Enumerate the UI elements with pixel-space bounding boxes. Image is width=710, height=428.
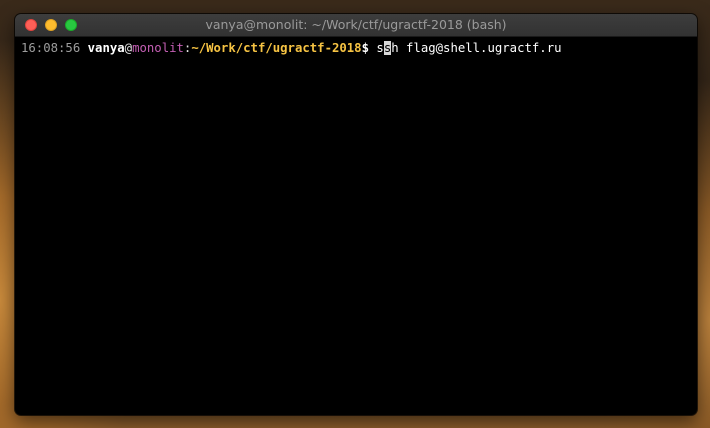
terminal-scrollbar[interactable] (687, 37, 697, 415)
prompt-dollar: $ (361, 41, 369, 55)
title-bar[interactable]: vanya@monolit: ~/Work/ctf/ugractf-2018 (… (15, 14, 697, 37)
terminal-content[interactable]: 16:08:56 vanya@monolit:~/Work/ctf/ugract… (15, 37, 697, 415)
prompt-user: vanya (87, 41, 125, 55)
prompt-at: @ (124, 41, 133, 55)
prompt-path: ~/Work/ctf/ugractf-2018 (191, 41, 362, 55)
prompt-time: 16:08:56 (21, 41, 81, 55)
command-text-after-cursor: h flag@shell.ugractf.ru (391, 41, 562, 55)
command-line: 16:08:56 vanya@monolit:~/Work/ctf/ugract… (21, 40, 697, 56)
terminal-window[interactable]: vanya@monolit: ~/Work/ctf/ugractf-2018 (… (15, 14, 697, 415)
prompt-host: monolit (132, 41, 184, 55)
window-title: vanya@monolit: ~/Work/ctf/ugractf-2018 (… (205, 17, 507, 32)
command-text-before-cursor: s (376, 41, 384, 55)
